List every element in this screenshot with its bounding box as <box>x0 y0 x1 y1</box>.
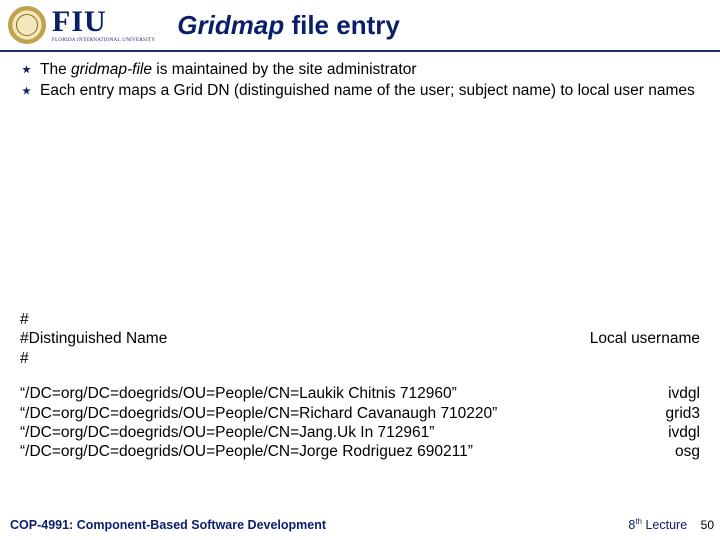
footer: COP-4991: Component-Based Software Devel… <box>10 517 714 532</box>
entry-row: “/DC=org/DC=doegrids/OU=People/CN=Laukik… <box>20 384 700 403</box>
footer-right: 8th Lecture 50 <box>628 517 714 532</box>
gridmap-example: # #Distinguished Name Local username # “… <box>20 310 700 462</box>
university-seal-icon <box>8 6 46 44</box>
hash-line: # <box>20 349 700 368</box>
title-plain: file entry <box>284 10 400 40</box>
header-row: #Distinguished Name Local username <box>20 329 700 348</box>
fiu-logo-subtext: FLORIDA INTERNATIONAL UNIVERSITY <box>52 38 155 43</box>
bullet-text-before: Each entry maps a Grid DN (distinguished… <box>40 82 695 99</box>
bullet-item: The gridmap-file is maintained by the si… <box>10 60 710 79</box>
lecture-word: Lecture <box>642 518 687 532</box>
bullet-term: gridmap-file <box>71 61 152 78</box>
title-italic: Gridmap <box>177 10 284 40</box>
local-user-value: ivdgl <box>668 423 700 442</box>
local-user-value: osg <box>675 442 700 461</box>
slide: FIU FLORIDA INTERNATIONAL UNIVERSITY Gri… <box>0 0 720 540</box>
page-number: 50 <box>701 518 714 532</box>
bullet-list: The gridmap-file is maintained by the si… <box>10 60 710 101</box>
dn-value: “/DC=org/DC=doegrids/OU=People/CN=Richar… <box>20 404 497 423</box>
entry-row: “/DC=org/DC=doegrids/OU=People/CN=Richar… <box>20 404 700 423</box>
fiu-logo: FIU FLORIDA INTERNATIONAL UNIVERSITY <box>52 7 155 43</box>
bullet-text-before: The <box>40 61 71 78</box>
hash-line: # <box>20 310 700 329</box>
dn-header-label: #Distinguished Name <box>20 329 167 348</box>
bullet-text-after: is maintained by the site administrator <box>152 61 416 78</box>
lecture-label: 8th Lecture <box>628 518 690 532</box>
local-user-value: ivdgl <box>668 384 700 403</box>
local-user-value: grid3 <box>666 404 700 423</box>
body-content: The gridmap-file is maintained by the si… <box>10 56 710 103</box>
entries-block: “/DC=org/DC=doegrids/OU=People/CN=Laukik… <box>20 384 700 462</box>
fiu-logo-text: FIU <box>52 7 155 37</box>
dn-value: “/DC=org/DC=doegrids/OU=People/CN=Jorge … <box>20 442 473 461</box>
dn-value: “/DC=org/DC=doegrids/OU=People/CN=Laukik… <box>20 384 457 403</box>
dn-value: “/DC=org/DC=doegrids/OU=People/CN=Jang.U… <box>20 423 434 442</box>
header-bar: FIU FLORIDA INTERNATIONAL UNIVERSITY Gri… <box>0 0 720 52</box>
bullet-item: Each entry maps a Grid DN (distinguished… <box>10 81 710 100</box>
local-username-label: Local username <box>590 329 700 348</box>
entry-row: “/DC=org/DC=doegrids/OU=People/CN=Jang.U… <box>20 423 700 442</box>
slide-title: Gridmap file entry <box>177 10 400 41</box>
lecture-ordinal: th <box>635 517 642 526</box>
entry-row: “/DC=org/DC=doegrids/OU=People/CN=Jorge … <box>20 442 700 461</box>
course-label: COP-4991: Component-Based Software Devel… <box>10 518 326 532</box>
